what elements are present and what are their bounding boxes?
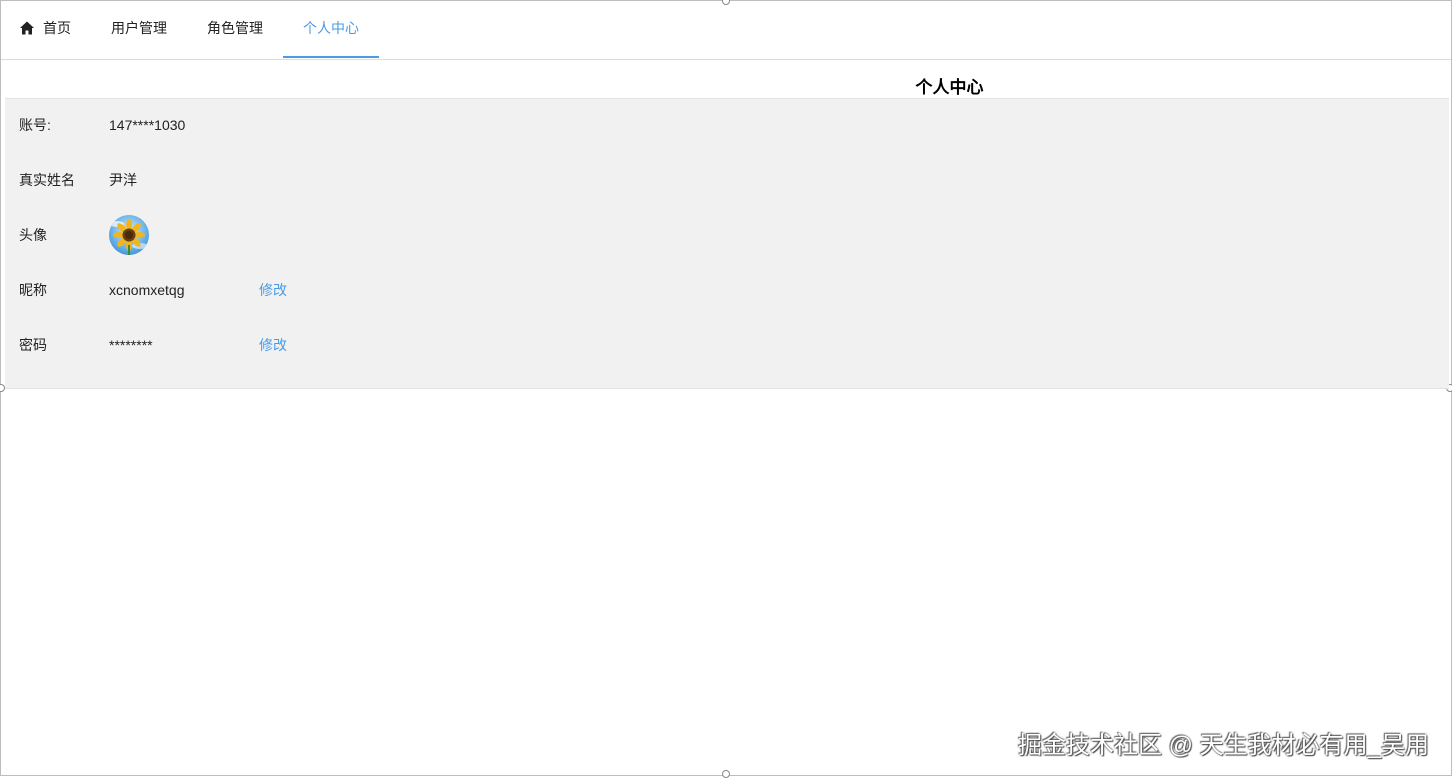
real-name-label: 真实姓名 (19, 172, 75, 188)
watermark: 掘金技术社区 @ 天生我材必有用_吴用 (1017, 732, 1429, 759)
account-row: 账号: 147****1030 (5, 105, 1449, 145)
account-value: 147****1030 (109, 117, 186, 133)
edit-password-link[interactable]: 修改 (259, 325, 287, 365)
page-title: 个人中心 (915, 78, 984, 97)
tab-role-management-label: 角色管理 (207, 20, 263, 36)
tab-personal-center-label: 个人中心 (303, 20, 359, 36)
resize-handle-bottom[interactable] (722, 770, 730, 778)
password-label: 密码 (19, 337, 47, 353)
edit-nickname-link[interactable]: 修改 (259, 270, 287, 310)
real-name-row: 真实姓名 尹洋 (5, 160, 1449, 200)
profile-panel: 账号: 147****1030 真实姓名 尹洋 头像 昵称 xcnomxetqg… (5, 98, 1449, 389)
tab-role-management[interactable]: 角色管理 (207, 1, 263, 58)
tab-personal-center[interactable]: 个人中心 (303, 1, 359, 58)
sunflower-avatar-image (109, 215, 149, 255)
nickname-label: 昵称 (19, 282, 47, 298)
nickname-row: 昵称 xcnomxetqg 修改 (5, 270, 1449, 310)
active-tab-indicator (283, 56, 379, 58)
home-icon (20, 21, 34, 35)
avatar-row: 头像 (5, 215, 1449, 255)
tab-home[interactable]: 首页 (19, 1, 71, 58)
tab-user-management[interactable]: 用户管理 (111, 1, 167, 58)
password-row: 密码 ******** 修改 (5, 325, 1449, 365)
avatar[interactable] (109, 215, 149, 255)
account-label: 账号: (19, 117, 51, 133)
nickname-value: xcnomxetqg (109, 282, 185, 298)
tab-user-management-label: 用户管理 (111, 20, 167, 36)
top-nav: 首页 用户管理 角色管理 个人中心 (1, 1, 1451, 60)
real-name-value: 尹洋 (109, 172, 137, 188)
tab-home-label: 首页 (43, 20, 71, 36)
app-window: 首页 用户管理 角色管理 个人中心 个人中心 账号: 147****1030 真… (0, 0, 1452, 778)
password-value: ******** (109, 337, 153, 353)
avatar-label: 头像 (19, 227, 47, 243)
